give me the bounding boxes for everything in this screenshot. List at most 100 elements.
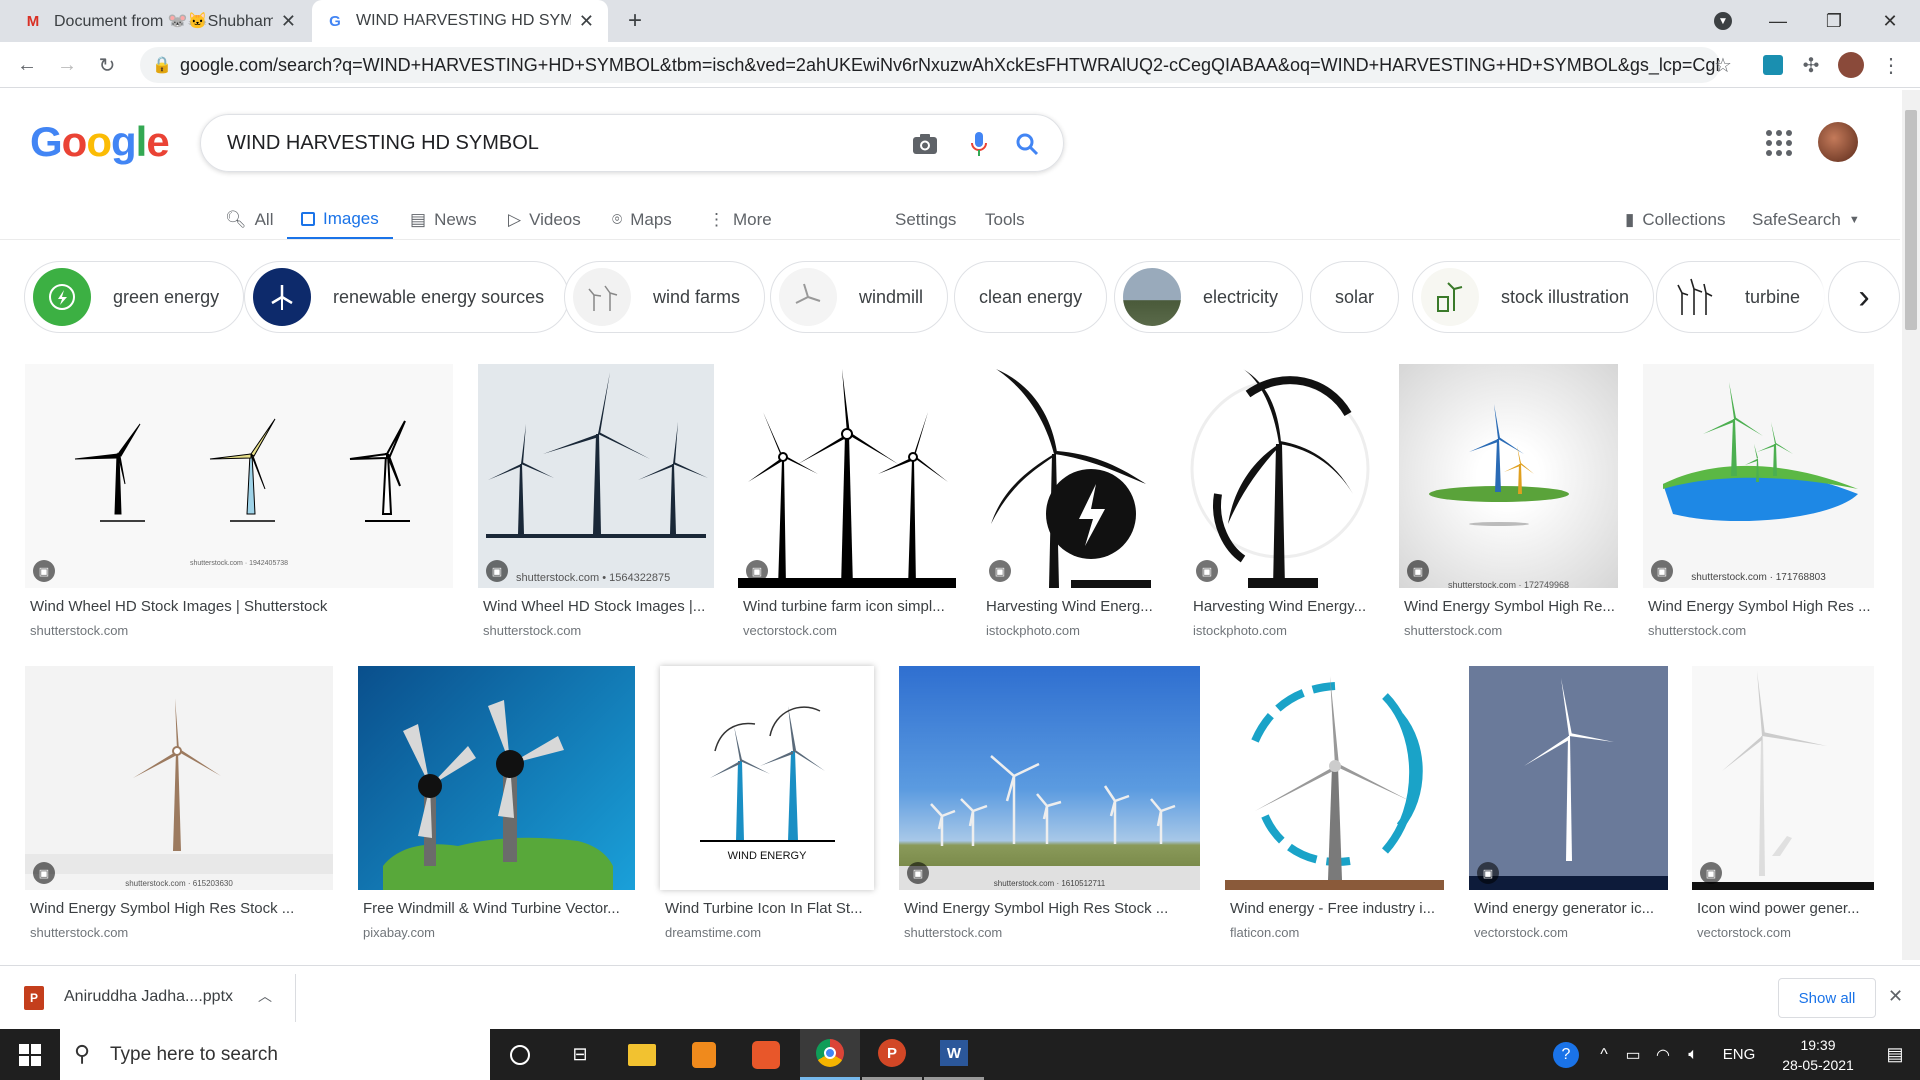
powerpoint-icon[interactable]: P (862, 1029, 922, 1080)
result-caption[interactable]: Wind Energy Symbol High Res Stock ... (30, 900, 332, 917)
close-icon[interactable]: ✕ (1888, 986, 1903, 1007)
chip-stock-illustration[interactable]: stock illustration (1412, 261, 1655, 333)
result-source[interactable]: shutterstock.com (30, 623, 128, 638)
tab-all[interactable]: 🔍︎ All (225, 200, 274, 240)
file-explorer-icon[interactable] (612, 1029, 672, 1080)
result-caption[interactable]: Wind Turbine Icon In Flat St... (665, 900, 873, 917)
back-icon[interactable]: ← (12, 50, 42, 80)
result-caption[interactable]: Icon wind power gener... (1697, 900, 1873, 917)
chrome-icon[interactable] (800, 1029, 860, 1080)
result-image[interactable] (478, 364, 714, 588)
puzzle-icon[interactable]: ✣ (1796, 50, 1826, 80)
result-caption[interactable]: Harvesting Wind Energ... (986, 598, 1161, 615)
search-input[interactable]: WIND HARVESTING HD SYMBOL (200, 114, 1064, 172)
result-caption[interactable]: Wind turbine farm icon simpl... (743, 598, 955, 615)
forward-icon[interactable]: → (52, 50, 82, 80)
language-indicator[interactable]: ENG (1716, 1029, 1762, 1080)
result-image[interactable] (25, 666, 333, 890)
result-caption[interactable]: Wind Wheel HD Stock Images | Shutterstoc… (30, 598, 450, 615)
result-caption[interactable]: Wind Wheel HD Stock Images |... (483, 598, 713, 615)
chevron-up-icon[interactable]: ^ (1590, 1029, 1618, 1080)
result-source[interactable]: shutterstock.com (1648, 623, 1746, 638)
chip-turbine[interactable]: turbine (1656, 261, 1826, 333)
microphone-icon[interactable] (961, 115, 997, 173)
result-image[interactable] (1399, 364, 1618, 588)
result-source[interactable]: pixabay.com (363, 925, 435, 940)
chevron-right-icon[interactable]: › (1828, 261, 1900, 333)
result-image[interactable] (981, 364, 1162, 588)
menu-icon[interactable]: ⋮ (1876, 50, 1906, 80)
tools-link[interactable]: Tools (985, 200, 1025, 240)
window-close-icon[interactable]: ✕ (1862, 0, 1918, 42)
account-avatar[interactable] (1818, 122, 1858, 162)
result-source[interactable]: shutterstock.com (483, 623, 581, 638)
result-source[interactable]: dreamstime.com (665, 925, 761, 940)
show-all-button[interactable]: Show all (1778, 978, 1876, 1018)
minimize-icon[interactable]: — (1750, 0, 1806, 42)
app-icon-orange[interactable] (736, 1029, 796, 1080)
tab-images[interactable]: Images (287, 200, 393, 240)
tab-videos[interactable]: ▷ Videos (508, 200, 581, 240)
wifi-icon[interactable]: ◠ (1648, 1029, 1678, 1080)
result-caption[interactable]: Harvesting Wind Energy... (1193, 598, 1373, 615)
result-image[interactable] (1692, 666, 1874, 890)
word-icon[interactable]: W (924, 1029, 984, 1080)
chip-solar[interactable]: solar (1310, 261, 1400, 333)
volume-icon[interactable]: 🔈︎ (1678, 1029, 1708, 1080)
extension-icon[interactable] (1758, 50, 1788, 80)
result-source[interactable]: vectorstock.com (743, 623, 837, 638)
result-source[interactable]: flaticon.com (1230, 925, 1299, 940)
result-caption[interactable]: Wind Energy Symbol High Res Stock ... (904, 900, 1199, 917)
tab-search-icon[interactable]: ▼ (1695, 0, 1751, 42)
result-caption[interactable]: Free Windmill & Wind Turbine Vector... (363, 900, 635, 917)
result-source[interactable]: shutterstock.com (1404, 623, 1502, 638)
result-caption[interactable]: Wind Energy Symbol High Re... (1404, 598, 1617, 615)
result-source[interactable]: istockphoto.com (986, 623, 1080, 638)
apps-grid-icon[interactable] (1766, 130, 1792, 156)
result-source[interactable]: vectorstock.com (1474, 925, 1568, 940)
result-image[interactable] (1188, 364, 1373, 588)
close-icon[interactable]: ✕ (281, 11, 296, 32)
result-image[interactable] (1225, 666, 1444, 890)
profile-avatar[interactable] (1836, 50, 1866, 80)
cortana-icon[interactable] (490, 1029, 550, 1080)
result-image[interactable] (358, 666, 635, 890)
tab-google-images[interactable]: G WIND HARVESTING HD SYMBOL ✕ (312, 0, 608, 42)
result-caption[interactable]: Wind energy generator ic... (1474, 900, 1668, 917)
new-tab-button[interactable]: + (620, 6, 650, 36)
safesearch-dropdown[interactable]: SafeSearch ▼ (1752, 200, 1860, 240)
close-icon[interactable]: ✕ (579, 11, 594, 32)
bookmark-star-icon[interactable]: ☆ (1708, 50, 1738, 80)
chip-green-energy[interactable]: green energy (24, 261, 245, 333)
settings-link[interactable]: Settings (895, 200, 956, 240)
help-icon[interactable]: ? (1546, 1029, 1586, 1080)
result-caption[interactable]: Wind Energy Symbol High Res ... (1648, 598, 1873, 615)
battery-icon[interactable]: ▭ (1618, 1029, 1648, 1080)
sublime-text-icon[interactable] (674, 1029, 734, 1080)
result-image[interactable] (738, 364, 956, 588)
result-source[interactable]: shutterstock.com (30, 925, 128, 940)
tab-more[interactable]: ⋮ More (708, 200, 772, 240)
chip-renewable-energy-sources[interactable]: renewable energy sources (244, 261, 570, 333)
google-logo[interactable]: Google (30, 118, 170, 166)
reload-icon[interactable]: ↻ (92, 50, 122, 80)
chevron-up-icon[interactable]: ︿ (258, 986, 272, 1006)
task-view-icon[interactable]: ⊟ (550, 1029, 610, 1080)
result-image[interactable] (899, 666, 1200, 890)
windows-start-icon[interactable] (0, 1029, 60, 1080)
result-source[interactable]: vectorstock.com (1697, 925, 1791, 940)
tab-maps[interactable]: ⌾ Maps (612, 200, 672, 240)
address-bar[interactable]: 🔒 google.com/search?q=WIND+HARVESTING+HD… (140, 47, 1720, 83)
scrollbar-thumb[interactable] (1905, 110, 1917, 330)
result-source[interactable]: istockphoto.com (1193, 623, 1287, 638)
chip-windmill[interactable]: windmill (770, 261, 949, 333)
download-filename[interactable]: Aniruddha Jadha....pptx (64, 988, 233, 1006)
tab-gmail[interactable]: M Document from 🐭🐱Shubham🧍 ✕ (10, 0, 310, 42)
chip-clean-energy[interactable]: clean energy (954, 261, 1108, 333)
result-image[interactable] (1643, 364, 1874, 588)
taskbar-search-box[interactable]: ⚲ Type here to search (60, 1029, 490, 1080)
tab-news[interactable]: ▤ News (410, 200, 477, 240)
camera-icon[interactable] (907, 115, 943, 173)
result-image[interactable] (25, 364, 453, 588)
taskbar-clock[interactable]: 19:39 28-05-2021 (1768, 1029, 1868, 1080)
